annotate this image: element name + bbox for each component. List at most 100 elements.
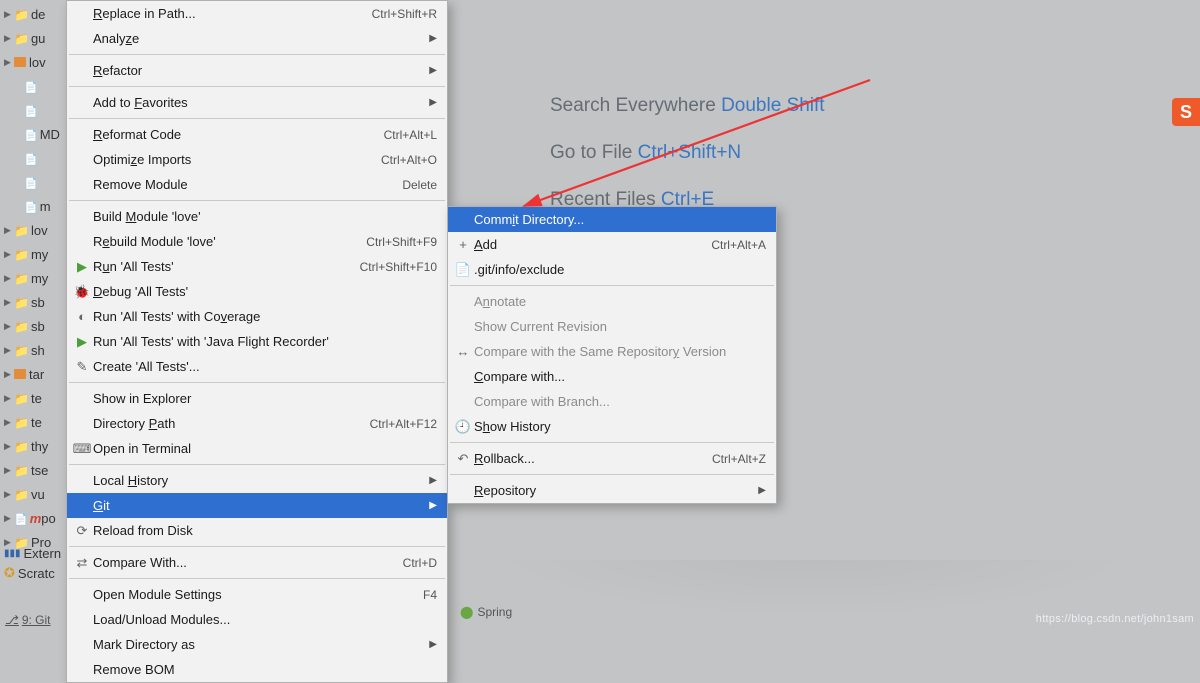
tree-row[interactable]: ▶sb (0, 314, 66, 338)
tree-row[interactable]: ▶thy (0, 434, 66, 458)
git-submenu-item[interactable]: Repository▶ (448, 478, 776, 503)
context-menu-item[interactable]: Open Module SettingsF4 (67, 582, 447, 607)
hint-goto-file: Go to File (550, 142, 638, 163)
context-menu-item[interactable]: 🐞Debug 'All Tests' (67, 279, 447, 304)
bottom-toolbar[interactable]: ⎇9: Git (5, 613, 51, 627)
git-submenu-item: Annotate (448, 289, 776, 314)
menu-item-label: Annotate (474, 294, 766, 309)
context-menu-item[interactable]: Replace in Path...Ctrl+Shift+R (67, 1, 447, 26)
context-menu-item[interactable]: Load/Unload Modules... (67, 607, 447, 632)
git-submenu-item[interactable]: 📄.git/info/exclude (448, 257, 776, 282)
tree-row[interactable]: m (0, 194, 66, 218)
context-menu-item[interactable]: Remove BOM (67, 657, 447, 682)
menu-item-shortcut: Ctrl+Alt+Z (704, 452, 766, 466)
menu-item-label: Show in Explorer (93, 391, 437, 406)
menu-item-icon: ✎ (71, 359, 93, 375)
tree-row[interactable]: ▶vu (0, 482, 66, 506)
menu-item-shortcut: Ctrl+Shift+F10 (352, 260, 437, 274)
context-menu[interactable]: Replace in Path...Ctrl+Shift+RAnalyze▶ Re… (66, 0, 448, 683)
context-menu-item[interactable]: ▶Run 'All Tests'Ctrl+Shift+F10 (67, 254, 447, 279)
context-menu-item[interactable]: ▶Run 'All Tests' with 'Java Flight Recor… (67, 329, 447, 354)
menu-item-icon: 🐞 (71, 284, 93, 300)
context-menu-item[interactable]: Analyze▶ (67, 26, 447, 51)
spring-toolwindow-tab[interactable]: ⬤ Spring (460, 605, 512, 619)
context-menu-item[interactable]: Local History▶ (67, 468, 447, 493)
context-menu-item[interactable]: Show in Explorer (67, 386, 447, 411)
tree-row[interactable]: ▶lov (0, 50, 66, 74)
context-menu-item[interactable]: ⇄Compare With...Ctrl+D (67, 550, 447, 575)
context-menu-item[interactable]: Mark Directory as▶ (67, 632, 447, 657)
menu-item-label: .git/info/exclude (474, 262, 766, 277)
menu-item-label: Compare with... (474, 369, 766, 384)
tree-row[interactable]: ▶te (0, 410, 66, 434)
menu-item-icon: ⇄ (71, 555, 93, 571)
menu-item-label: Run 'All Tests' with 'Java Flight Record… (93, 334, 437, 349)
context-menu-item[interactable]: Rebuild Module 'love'Ctrl+Shift+F9 (67, 229, 447, 254)
menu-item-label: Directory Path (93, 416, 362, 431)
git-submenu-item[interactable]: ↶Rollback...Ctrl+Alt+Z (448, 446, 776, 471)
context-menu-item[interactable]: Reformat CodeCtrl+Alt+L (67, 122, 447, 147)
submenu-arrow-icon: ▶ (423, 500, 437, 511)
menu-item-shortcut: Ctrl+Shift+F9 (358, 235, 437, 249)
menu-item-label: Reload from Disk (93, 523, 437, 538)
menu-item-shortcut: Ctrl+Alt+F12 (362, 417, 437, 431)
tree-row[interactable] (0, 146, 66, 170)
context-menu-item[interactable]: Optimize ImportsCtrl+Alt+O (67, 147, 447, 172)
menu-item-shortcut: Ctrl+Alt+A (703, 238, 766, 252)
git-submenu[interactable]: Commit Directory...+AddCtrl+Alt+A📄.git/i… (447, 206, 777, 504)
tree-row[interactable]: ▶mpo (0, 506, 66, 530)
context-menu-item[interactable]: ◐Run 'All Tests' with Coverage (67, 304, 447, 329)
submenu-arrow-icon: ▶ (752, 485, 766, 496)
tree-row[interactable] (0, 74, 66, 98)
menu-item-label: Build Module 'love' (93, 209, 437, 224)
tree-row[interactable]: ▶sb (0, 290, 66, 314)
context-menu-item[interactable]: Git▶ (67, 493, 447, 518)
git-submenu-item[interactable]: 🕘Show History (448, 414, 776, 439)
git-submenu-item[interactable]: Commit Directory... (448, 207, 776, 232)
tree-row[interactable] (0, 98, 66, 122)
scratches-label[interactable]: Scratc (18, 566, 55, 581)
tree-row[interactable]: ▶gu (0, 26, 66, 50)
tree-row[interactable]: ▶te (0, 386, 66, 410)
menu-item-label: Load/Unload Modules... (93, 612, 437, 627)
menu-item-icon: ↶ (452, 451, 474, 467)
menu-item-icon: ▶ (71, 334, 93, 350)
welcome-hints: Search Everywhere Double Shift Go to Fil… (550, 82, 825, 223)
menu-item-label: Git (93, 498, 423, 513)
menu-item-icon: ⟳ (71, 523, 93, 539)
menu-item-label: Reformat Code (93, 127, 376, 142)
tree-row[interactable]: ▶tar (0, 362, 66, 386)
git-submenu-item[interactable]: Compare with... (448, 364, 776, 389)
menu-item-label: Repository (474, 483, 752, 498)
tree-row[interactable]: ▶lov (0, 218, 66, 242)
menu-separator (69, 546, 445, 547)
menu-item-shortcut: Ctrl+Alt+L (376, 128, 437, 142)
project-tree[interactable]: ▶de▶gu▶lovMDm▶lov▶my▶my▶sb▶sb▶sh▶tar▶te▶… (0, 0, 66, 629)
context-menu-item[interactable]: ✎Create 'All Tests'... (67, 354, 447, 379)
tree-row[interactable]: ▶my (0, 242, 66, 266)
context-menu-item[interactable]: Directory PathCtrl+Alt+F12 (67, 411, 447, 436)
tree-row[interactable] (0, 170, 66, 194)
context-menu-item[interactable]: Remove ModuleDelete (67, 172, 447, 197)
submenu-arrow-icon: ▶ (423, 639, 437, 650)
menu-item-shortcut: F4 (415, 588, 437, 602)
external-libraries-label[interactable]: Extern (24, 546, 62, 561)
context-menu-item[interactable]: Build Module 'love' (67, 204, 447, 229)
context-menu-item[interactable]: ⌨Open in Terminal (67, 436, 447, 461)
context-menu-item[interactable]: ⟳Reload from Disk (67, 518, 447, 543)
menu-item-label: Remove Module (93, 177, 394, 192)
submenu-arrow-icon: ▶ (423, 97, 437, 108)
tree-row[interactable]: ▶tse (0, 458, 66, 482)
tree-row[interactable]: ▶de (0, 2, 66, 26)
git-toolwindow-tab[interactable]: ⎇9: Git (5, 613, 51, 627)
menu-separator (69, 86, 445, 87)
tree-row[interactable]: ▶my (0, 266, 66, 290)
side-tool-icon[interactable]: S (1172, 98, 1200, 126)
tree-row[interactable]: MD (0, 122, 66, 146)
context-menu-item[interactable]: Add to Favorites▶ (67, 90, 447, 115)
git-submenu-item[interactable]: +AddCtrl+Alt+A (448, 232, 776, 257)
menu-separator (450, 442, 774, 443)
menu-item-icon: 🕘 (452, 419, 474, 435)
context-menu-item[interactable]: Refactor▶ (67, 58, 447, 83)
tree-row[interactable]: ▶sh (0, 338, 66, 362)
